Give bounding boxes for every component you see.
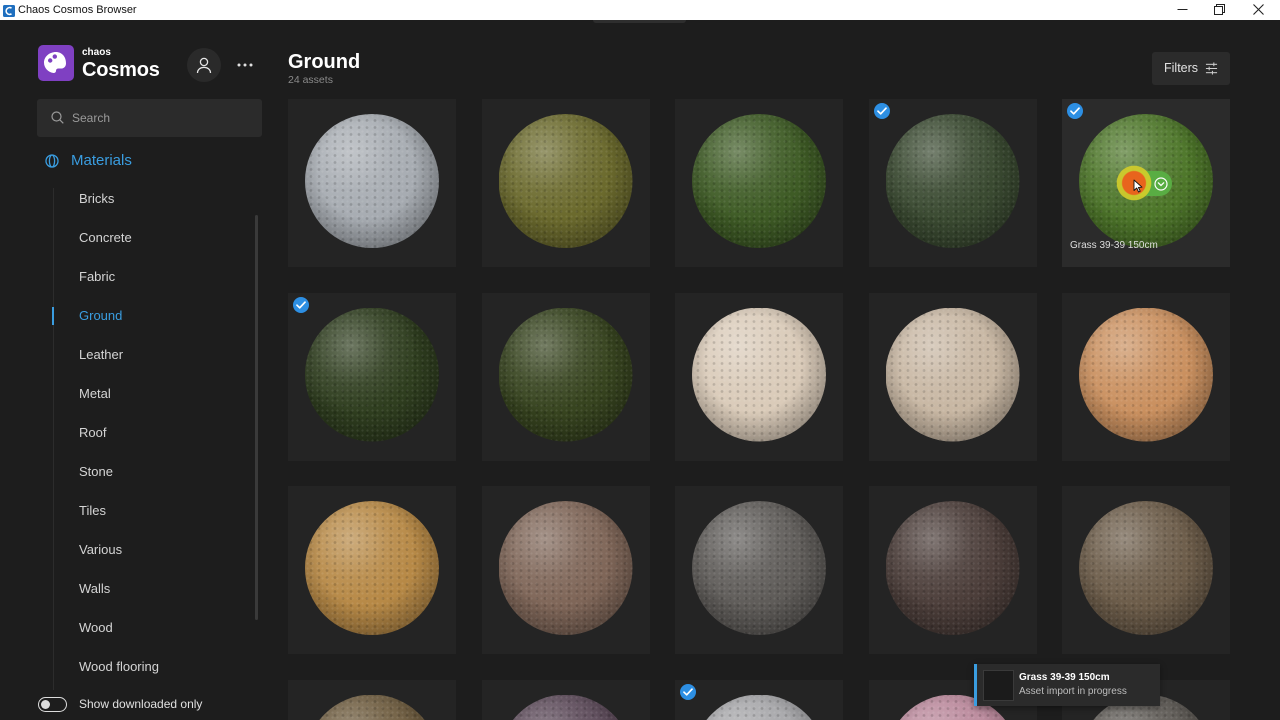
asset-thumbnail xyxy=(498,114,633,248)
window-drag-handle[interactable] xyxy=(593,20,686,23)
brand-name: Cosmos xyxy=(82,59,160,81)
asset-thumbnail xyxy=(885,114,1020,248)
sidebar-scrollbar[interactable] xyxy=(255,215,258,620)
sidebar-item-fabric[interactable]: Fabric xyxy=(79,269,115,285)
page-title: Ground xyxy=(288,51,361,73)
asset-thumbnail xyxy=(498,501,633,635)
cosmos-browser-window: Chaos Cosmos Browser chaos Cosmos Search… xyxy=(0,0,1280,720)
toast-message: Asset import in progress xyxy=(1019,686,1127,697)
sidebar-item-various[interactable]: Various xyxy=(79,542,122,558)
toast-thumbnail xyxy=(983,670,1014,701)
sidebar-item-bricks[interactable]: Bricks xyxy=(79,191,114,207)
cosmos-logo-icon xyxy=(38,45,74,81)
asset-card[interactable] xyxy=(868,292,1037,461)
asset-thumbnail xyxy=(692,114,826,248)
asset-card[interactable] xyxy=(675,292,843,461)
more-button[interactable] xyxy=(236,59,254,71)
account-button[interactable] xyxy=(187,48,221,82)
brand-name-small: chaos xyxy=(82,47,111,58)
show-downloaded-label: Show downloaded only xyxy=(79,697,203,711)
title-bar: Chaos Cosmos Browser xyxy=(0,0,1280,20)
asset-card[interactable] xyxy=(288,99,456,267)
materials-section-header[interactable]: Materials xyxy=(71,152,132,170)
toast-title: Grass 39-39 150cm xyxy=(1019,672,1110,683)
show-downloaded-toggle[interactable] xyxy=(38,697,67,712)
asset-name: Grass 39-39 150cm xyxy=(1070,240,1158,251)
asset-count: 24 assets xyxy=(288,74,333,86)
minimize-icon xyxy=(1177,9,1188,10)
asset-card[interactable] xyxy=(675,486,843,654)
import-toast[interactable]: Grass 39-39 150cm Asset import in progre… xyxy=(974,664,1160,706)
asset-card[interactable] xyxy=(481,292,650,461)
restore-button[interactable] xyxy=(1214,4,1225,15)
restore-icon xyxy=(1214,4,1225,15)
minimize-button[interactable] xyxy=(1177,4,1188,15)
sliders-icon xyxy=(1205,62,1218,75)
asset-card[interactable] xyxy=(481,99,650,267)
filters-label: Filters xyxy=(1164,61,1199,75)
asset-thumbnail xyxy=(885,501,1020,635)
tree-guide-line xyxy=(53,188,54,690)
asset-card[interactable] xyxy=(675,679,843,720)
sidebar-item-wood-flooring[interactable]: Wood flooring xyxy=(79,659,159,675)
asset-card[interactable] xyxy=(1062,486,1230,654)
more-icon xyxy=(237,63,253,67)
sidebar-item-tiles[interactable]: Tiles xyxy=(79,503,106,519)
sidebar-item-leather[interactable]: Leather xyxy=(79,347,123,363)
asset-grid: Grass 39-39 150cm xyxy=(288,99,1230,720)
chevron-down-icon xyxy=(1154,176,1168,191)
close-icon xyxy=(1253,4,1264,15)
asset-thumbnail xyxy=(692,307,826,442)
sidebar-item-walls[interactable]: Walls xyxy=(79,581,110,597)
asset-thumbnail xyxy=(692,694,826,720)
asset-thumbnail xyxy=(498,307,633,442)
sidebar-item-ground[interactable]: Ground xyxy=(79,308,122,324)
downloaded-check-icon xyxy=(680,683,696,700)
asset-card[interactable] xyxy=(288,679,456,720)
app-icon xyxy=(3,4,15,17)
asset-thumbnail xyxy=(305,114,439,248)
asset-card[interactable] xyxy=(868,99,1037,267)
asset-thumbnail xyxy=(305,501,439,635)
sidebar-item-wood[interactable]: Wood xyxy=(79,620,113,636)
asset-card[interactable] xyxy=(1062,292,1230,461)
asset-card[interactable] xyxy=(288,292,456,461)
asset-thumbnail xyxy=(692,501,826,635)
downloaded-check-icon xyxy=(873,103,890,119)
asset-thumbnail xyxy=(885,307,1020,442)
search-input[interactable] xyxy=(72,99,252,137)
sidebar-item-concrete[interactable]: Concrete xyxy=(79,230,132,246)
asset-thumbnail xyxy=(1079,307,1213,442)
asset-card[interactable] xyxy=(675,99,843,267)
search-box[interactable] xyxy=(37,99,262,137)
window-title: Chaos Cosmos Browser xyxy=(18,4,137,16)
active-category-indicator xyxy=(52,307,54,325)
user-icon xyxy=(196,57,212,73)
toggle-knob xyxy=(41,699,50,709)
sidebar-item-roof[interactable]: Roof xyxy=(79,425,106,441)
sidebar-item-stone[interactable]: Stone xyxy=(79,464,113,480)
asset-card[interactable]: Grass 39-39 150cm xyxy=(1062,99,1230,267)
close-button[interactable] xyxy=(1253,4,1264,15)
filters-button[interactable]: Filters xyxy=(1152,52,1230,85)
asset-card[interactable] xyxy=(868,486,1037,654)
search-icon xyxy=(51,111,64,124)
sidebar-item-metal[interactable]: Metal xyxy=(79,386,111,402)
asset-card[interactable] xyxy=(481,486,650,654)
asset-card[interactable] xyxy=(288,486,456,654)
asset-thumbnail xyxy=(498,694,633,720)
downloaded-check-icon xyxy=(293,296,309,313)
downloaded-check-icon xyxy=(1067,103,1083,119)
cursor-icon xyxy=(1133,179,1143,193)
asset-thumbnail xyxy=(305,694,439,720)
materials-icon xyxy=(45,154,59,168)
asset-thumbnail xyxy=(305,307,439,442)
asset-thumbnail xyxy=(1079,501,1213,635)
asset-card[interactable] xyxy=(481,679,650,720)
